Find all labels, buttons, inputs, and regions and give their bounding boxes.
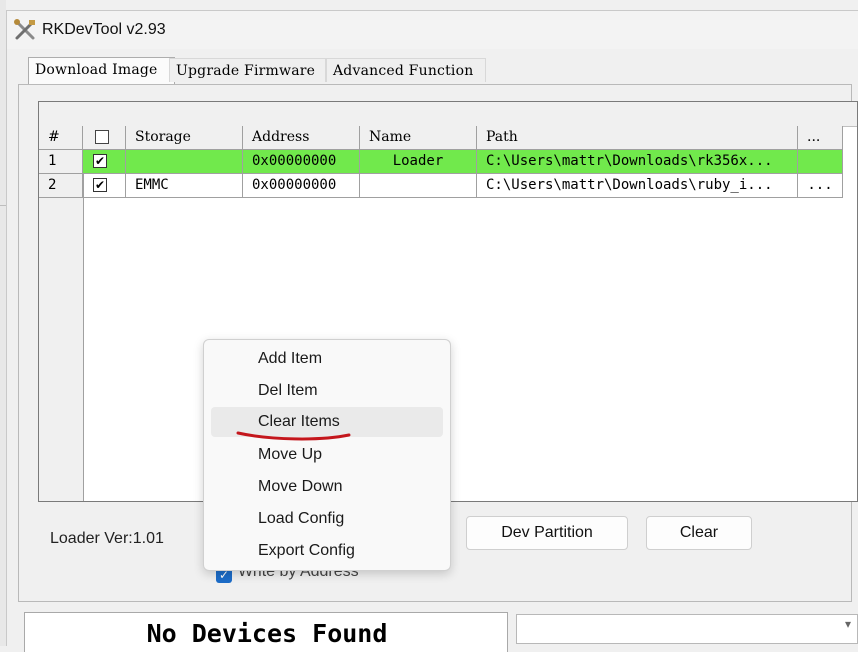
check-icon[interactable]: ✔ — [93, 154, 107, 168]
col-header-path[interactable]: Path — [477, 126, 798, 150]
tab-advanced-function[interactable]: Advanced Function — [326, 58, 486, 82]
row-path[interactable]: C:\Users\mattr\Downloads\rk356x... — [477, 150, 798, 174]
row-address[interactable]: 0x00000000 — [243, 174, 360, 198]
context-menu: Add Item Del Item Clear Items Move Up Mo… — [203, 339, 451, 571]
menu-item-move-down[interactable]: Move Down — [211, 472, 443, 502]
col-header-browse[interactable]: ... — [798, 126, 843, 150]
tab-upgrade-firmware[interactable]: Upgrade Firmware — [169, 58, 326, 82]
crossed-tools-icon — [14, 19, 35, 40]
dev-partition-button[interactable]: Dev Partition — [466, 516, 628, 550]
window-title: RKDevTool v2.93 — [42, 21, 166, 38]
device-status-panel: No Devices Found — [24, 612, 508, 652]
row-checkbox-cell[interactable]: ✔ — [83, 174, 126, 198]
menu-item-del-item[interactable]: Del Item — [211, 376, 443, 406]
device-select-dropdown[interactable]: ▾ — [516, 614, 858, 644]
row-browse-button[interactable] — [798, 150, 843, 174]
table-top-strip — [39, 102, 857, 127]
menu-item-add-item[interactable]: Add Item — [211, 344, 443, 374]
row-browse-button[interactable]: ... — [798, 174, 843, 198]
row-index[interactable]: 2 — [39, 174, 83, 198]
col-header-address[interactable]: Address — [243, 126, 360, 150]
col-header-name[interactable]: Name — [360, 126, 477, 150]
row-checkbox-cell[interactable]: ✔ — [83, 150, 126, 174]
row-address[interactable]: 0x00000000 — [243, 150, 360, 174]
chevron-down-icon: ▾ — [844, 617, 851, 631]
col-header-select-all[interactable] — [83, 126, 126, 150]
device-status-text: No Devices Found — [146, 619, 388, 648]
row-index[interactable]: 1 — [39, 150, 83, 174]
menu-item-clear-items[interactable]: Clear Items — [211, 407, 443, 437]
row-storage[interactable]: EMMC — [126, 174, 243, 198]
row-name[interactable] — [360, 174, 477, 198]
row-path[interactable]: C:\Users\mattr\Downloads\ruby_i... — [477, 174, 798, 198]
row-name[interactable]: Loader — [360, 150, 477, 174]
select-all-checkbox[interactable] — [95, 130, 109, 144]
loader-version-label: Loader Ver:1.01 — [50, 530, 164, 547]
menu-item-load-config[interactable]: Load Config — [211, 504, 443, 534]
row-storage[interactable] — [126, 150, 243, 174]
menu-item-export-config[interactable]: Export Config — [211, 536, 443, 566]
col-header-index[interactable]: # — [39, 126, 83, 150]
menu-item-move-up[interactable]: Move Up — [211, 440, 443, 470]
clear-button[interactable]: Clear — [646, 516, 752, 550]
col-header-storage[interactable]: Storage — [126, 126, 243, 150]
check-icon[interactable]: ✔ — [93, 178, 107, 192]
tab-download-image[interactable]: Download Image — [28, 57, 175, 84]
title-bar[interactable]: RKDevTool v2.93 — [7, 11, 858, 49]
